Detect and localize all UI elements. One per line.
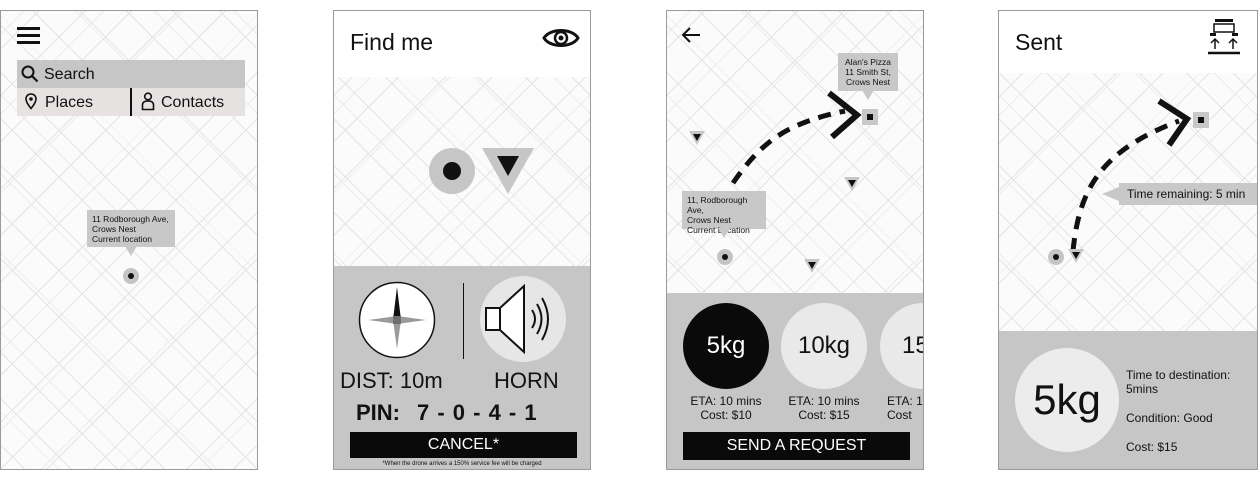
weight-badge: 5kg [1015, 348, 1119, 452]
callout-line: Crows Nest [92, 224, 136, 234]
option-info: ETA: 10 mins Cost: $10 [681, 394, 771, 422]
option-eta: ETA: 10 mins [788, 394, 860, 408]
option-weight: 5kg [706, 332, 746, 359]
divider [463, 283, 464, 359]
callout-line: 11, Rodborough Ave, [687, 195, 748, 215]
option-eta: ETA: 1( [887, 394, 924, 408]
time-to-destination-value: 5mins [1126, 382, 1159, 396]
callout-pointer [1102, 187, 1119, 201]
callout-line: Crows Nest [846, 77, 890, 87]
time-remaining-text: Time remaining: 5 min [1127, 187, 1246, 201]
option-info: ETA: 10 mins Cost: $15 [779, 394, 869, 422]
option-cost: Cost: $10 [700, 408, 752, 422]
time-remaining-callout: Time remaining: 5 min [1119, 183, 1257, 205]
destination-marker [1193, 112, 1209, 128]
drone-marker-icon [1068, 249, 1084, 263]
option-cost: Cost: $15 [798, 408, 850, 422]
option-info: ETA: 1( Cost [887, 394, 924, 422]
drone-marker-icon [844, 177, 860, 191]
user-location-marker [429, 148, 475, 194]
weight-text: 5kg [1033, 376, 1101, 423]
screen-sent: Sent Time remaining: 5 min 5kg Time to d… [998, 10, 1258, 470]
cost-text: Cost: $15 [1126, 440, 1178, 454]
location-callout: 11 Rodborough Ave, Crows Nest Current lo… [87, 210, 175, 256]
fee-footnote: *When the drone arrives a 150% service f… [382, 461, 542, 467]
drone-marker-icon [689, 131, 705, 145]
drone-marker-icon [482, 148, 534, 194]
location-callout: 11, Rodborough Ave, Crows Nest Current L… [682, 191, 766, 238]
callout-line: Current location [92, 234, 153, 244]
tab-contacts[interactable]: Contacts [133, 88, 245, 116]
callout-line: 11 Rodborough Ave, [92, 214, 169, 224]
current-location-marker[interactable] [123, 268, 139, 284]
contacts-label: Contacts [161, 94, 225, 111]
drone-marker-icon [804, 259, 820, 273]
screen-request: Alan's Pizza 11 Smith St, Crows Nest 11,… [666, 10, 924, 470]
condition-text: Condition: Good [1126, 411, 1213, 425]
option-10kg[interactable]: 10kg [781, 303, 867, 389]
send-request-button[interactable]: SEND A REQUEST [683, 432, 910, 460]
option-weight: 15 [902, 332, 923, 359]
pin-icon [25, 93, 37, 110]
option-5kg[interactable]: 5kg [683, 303, 769, 389]
screen-find-me: Find me DIST: 10m HORN PIN: 7 - 0 - 4 - … [333, 10, 591, 470]
person-icon [141, 92, 155, 111]
divider [130, 88, 132, 116]
places-label: Places [45, 94, 94, 111]
option-weight: 10kg [797, 332, 851, 359]
callout-line: Current Location [687, 225, 750, 235]
callout-line: Alan's Pizza [844, 57, 892, 67]
search-label: Search [44, 66, 95, 83]
horn-label: HORN [494, 368, 559, 393]
destination-marker[interactable] [862, 109, 878, 125]
speaker-icon [485, 283, 549, 355]
page-title: Find me [350, 29, 434, 55]
eye-icon[interactable] [542, 25, 580, 51]
menu-icon[interactable] [17, 27, 41, 45]
callout-line: Crows Nest [687, 215, 731, 225]
distance-readout: DIST: 10m [340, 368, 443, 393]
cancel-button[interactable]: CANCEL* [350, 432, 577, 458]
destination-callout: Alan's Pizza 11 Smith St, Crows Nest [838, 53, 898, 100]
time-to-destination-label: Time to destination: [1126, 368, 1231, 382]
search-icon [21, 65, 39, 83]
pin-code: 7 - 0 - 4 - 1 [417, 400, 537, 425]
current-location-marker [1048, 249, 1064, 265]
horn-button[interactable] [480, 276, 566, 362]
compass-icon [358, 281, 436, 359]
search-bar[interactable]: Search [17, 60, 245, 88]
current-location-marker[interactable] [717, 249, 733, 265]
pin-label: PIN: [356, 400, 400, 425]
tab-places[interactable]: Places [17, 88, 131, 116]
time-to-destination: Time to destination: 5mins [1126, 368, 1230, 396]
option-cost: Cost [887, 408, 912, 422]
callout-line: 11 Smith St, [845, 67, 891, 77]
option-eta: ETA: 10 mins [690, 394, 762, 408]
segment-bar: Places Contacts [17, 88, 245, 116]
route-path [1070, 98, 1192, 252]
screen-map-search: Search Places Contacts 11 Rodborough Ave… [0, 10, 258, 470]
